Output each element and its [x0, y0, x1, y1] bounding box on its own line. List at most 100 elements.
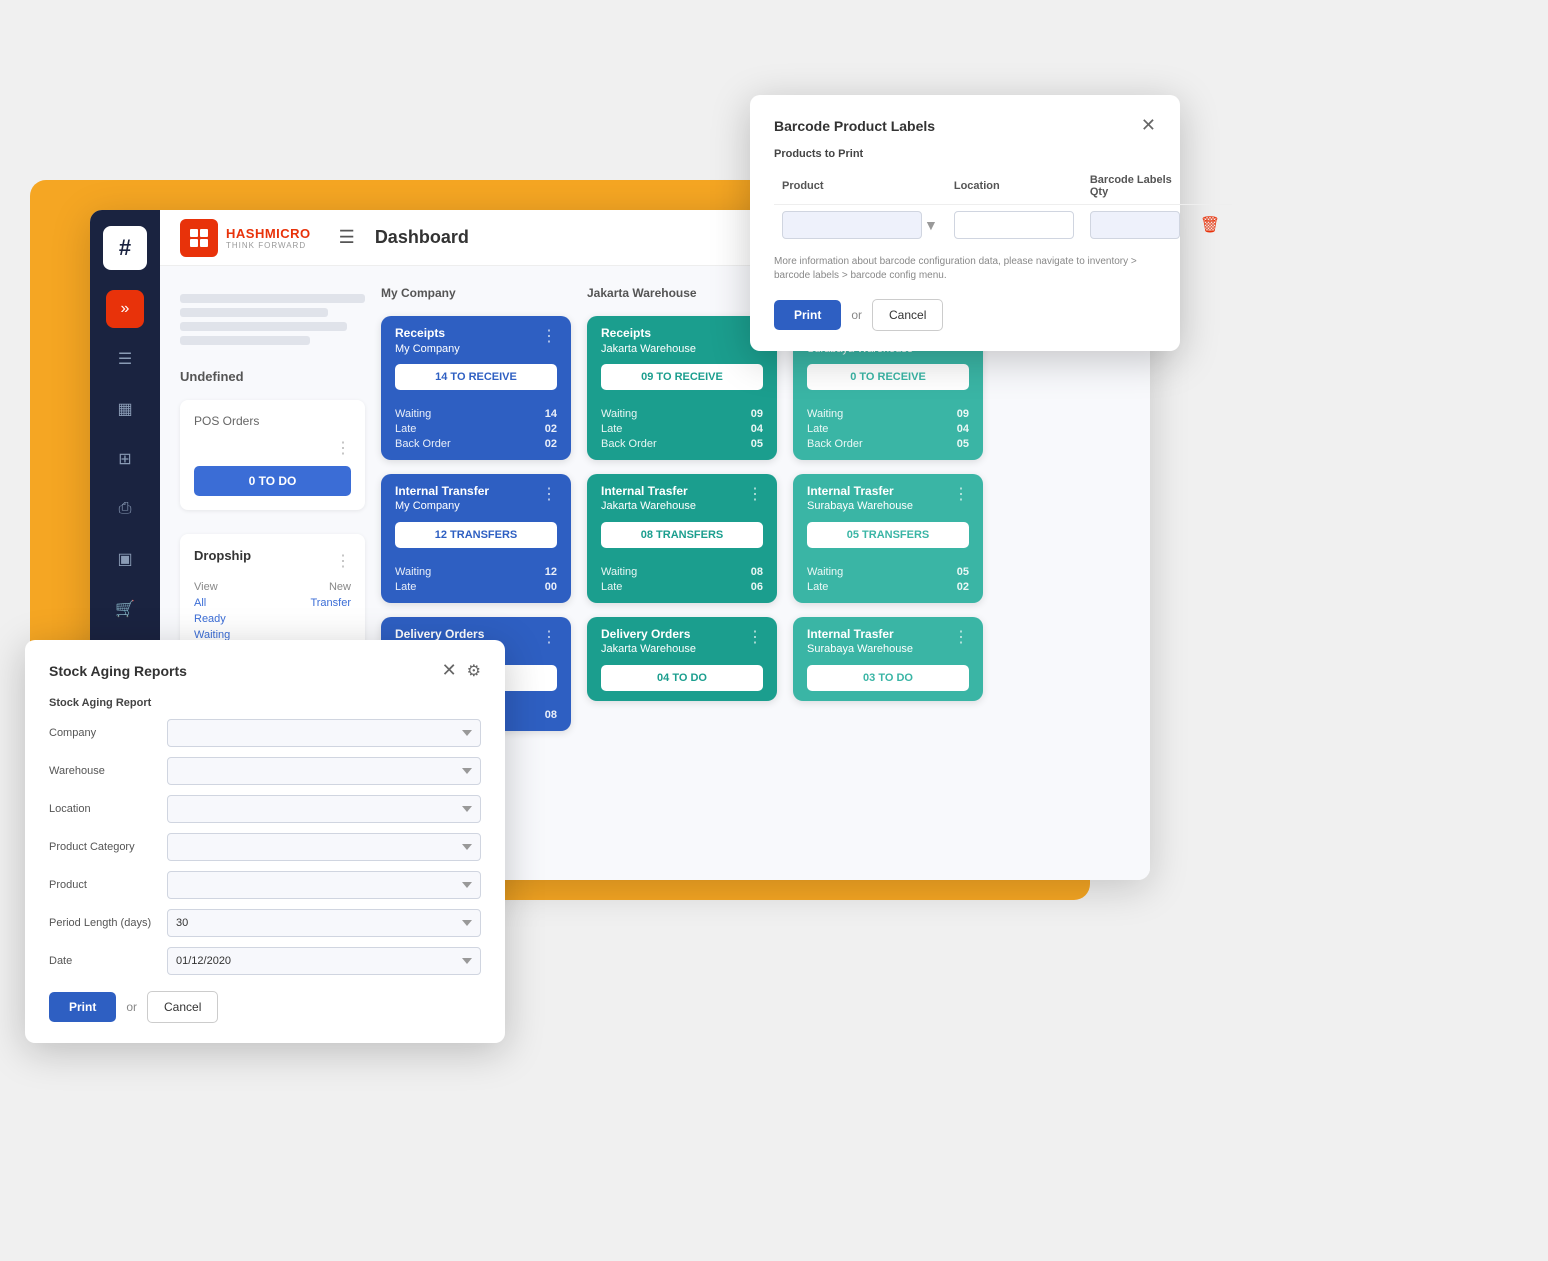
internal-transfer-jakarta-menu[interactable]: ⋮: [747, 484, 763, 504]
barcode-table-header-row: Product Location Barcode Labels Qty: [774, 168, 1232, 205]
internal-transfer-jakarta-card: Internal Trasfer Jakarta Warehouse ⋮ 08 …: [587, 474, 777, 603]
warehouse-label: Warehouse: [49, 765, 159, 777]
brand-logo: [180, 219, 218, 257]
receipts-surabaya-waiting: Waiting 09: [807, 408, 969, 420]
barcode-modal-print-button[interactable]: Print: [774, 300, 841, 330]
delivery-orders-jakarta-btn[interactable]: 04 TO DO: [601, 665, 763, 691]
barcode-modal-or: or: [851, 308, 862, 322]
dropship-menu[interactable]: ⋮: [335, 551, 351, 571]
sidebar-icon-print[interactable]: ⎙: [106, 490, 144, 528]
barcode-modal-footer: Print or Cancel: [774, 299, 1156, 331]
date-label: Date: [49, 955, 159, 967]
late-value-2: 00: [545, 581, 557, 593]
internal-transfer-my-company-btn[interactable]: 12 TRANSFERS: [395, 522, 557, 548]
location-label: Location: [49, 803, 159, 815]
internal-transfer2-surabaya-btn[interactable]: 03 TO DO: [807, 665, 969, 691]
internal-transfer-jakarta-title-block: Internal Trasfer Jakarta Warehouse: [601, 484, 696, 514]
internal-transfer-my-company-header: Internal Transfer My Company ⋮: [381, 474, 571, 522]
internal-transfer-jakarta-waiting: Waiting 08: [601, 566, 763, 578]
late-value-jt: 06: [751, 581, 763, 593]
internal-transfer2-surabaya-menu[interactable]: ⋮: [953, 627, 969, 647]
pos-orders-title: POS Orders: [194, 414, 351, 428]
warehouse-field-group: Warehouse: [49, 757, 481, 785]
sidebar-icon-data[interactable]: ⊞: [106, 440, 144, 478]
barcode-col-product: Product: [774, 168, 946, 205]
pos-orders-todo-button[interactable]: 0 TO DO: [194, 466, 351, 496]
receipts-jakarta-btn[interactable]: 09 TO RECEIVE: [601, 364, 763, 390]
stock-modal-cancel-button[interactable]: Cancel: [147, 991, 218, 1023]
dropship-transfer-link[interactable]: Transfer: [310, 597, 351, 609]
delivery-orders-jakarta-title-block: Delivery Orders Jakarta Warehouse: [601, 627, 696, 657]
barcode-product-input[interactable]: [782, 211, 922, 239]
period-length-select[interactable]: 30: [167, 909, 481, 937]
nav-line-3: [180, 322, 347, 331]
sidebar-icon-monitor[interactable]: ▣: [106, 540, 144, 578]
sidebar-icon-list[interactable]: ☰: [106, 340, 144, 378]
location-field-group: Location: [49, 795, 481, 823]
waiting-value-3: 08: [545, 709, 557, 721]
barcode-location-input[interactable]: [954, 211, 1074, 239]
internal-transfer-my-company-title: Internal Transfer: [395, 484, 489, 500]
stock-modal-print-button[interactable]: Print: [49, 992, 116, 1022]
internal-transfer-surabaya-menu[interactable]: ⋮: [953, 484, 969, 504]
late-label-s: Late: [807, 423, 828, 435]
dropship-all-link[interactable]: All: [194, 597, 206, 609]
receipts-my-company-menu[interactable]: ⋮: [541, 326, 557, 346]
company-select[interactable]: [167, 719, 481, 747]
sidebar-icon-arrow[interactable]: »: [106, 290, 144, 328]
pos-orders-menu[interactable]: ⋮: [335, 438, 351, 458]
stock-modal-or: or: [126, 1000, 137, 1014]
late-label: Late: [395, 423, 416, 435]
internal-transfer-surabaya-waiting: Waiting 05: [807, 566, 969, 578]
dropship-new-label: New: [329, 581, 351, 593]
sidebar-icon-cart[interactable]: 🛒: [106, 590, 144, 628]
hamburger-icon[interactable]: ☰: [339, 227, 355, 248]
product-label: Product: [49, 879, 159, 891]
receipts-jakarta-title: Receipts: [601, 326, 696, 342]
receipts-jakarta-backorder: Back Order 05: [601, 438, 763, 450]
sidebar-icon-chart[interactable]: ▦: [106, 390, 144, 428]
barcode-delete-button[interactable]: 🗑: [1196, 215, 1224, 235]
stock-modal-header: Stock Aging Reports ✕ ⚙: [49, 660, 481, 681]
delivery-orders-jakarta-subtitle: Jakarta Warehouse: [601, 642, 696, 656]
warehouse-select[interactable]: [167, 757, 481, 785]
receipts-jakarta-card: Receipts Jakarta Warehouse ⋮ 09 TO RECEI…: [587, 316, 777, 460]
barcode-modal-close-button[interactable]: ✕: [1141, 115, 1156, 136]
jakarta-label: Jakarta Warehouse: [587, 286, 777, 300]
internal-transfer-my-company-menu[interactable]: ⋮: [541, 484, 557, 504]
surabaya-column: Surabaya Warehouse Receipts Surabaya War…: [793, 286, 983, 731]
internal-transfer-surabaya-title-block: Internal Trasfer Surabaya Warehouse: [807, 484, 913, 514]
internal-transfer-my-company-subtitle: My Company: [395, 499, 489, 513]
company-label: Company: [49, 727, 159, 739]
receipts-surabaya-btn[interactable]: 0 TO RECEIVE: [807, 364, 969, 390]
late-label-j: Late: [601, 423, 622, 435]
internal-transfer-jakarta-header: Internal Trasfer Jakarta Warehouse ⋮: [587, 474, 777, 522]
internal-transfer-jakarta-btn[interactable]: 08 TRANSFERS: [601, 522, 763, 548]
product-category-field-group: Product Category: [49, 833, 481, 861]
stock-aging-modal: Stock Aging Reports ✕ ⚙ Stock Aging Repo…: [25, 640, 505, 1043]
backorder-value-s: 05: [957, 438, 969, 450]
waiting-label-2: Waiting: [395, 566, 431, 578]
receipts-my-company-btn[interactable]: 14 TO RECEIVE: [395, 364, 557, 390]
barcode-modal-cancel-button[interactable]: Cancel: [872, 299, 943, 331]
delivery-orders-my-company-menu[interactable]: ⋮: [541, 627, 557, 647]
dropship-ready-link[interactable]: Ready: [194, 613, 226, 625]
internal-transfer-jakarta-late: Late 06: [601, 581, 763, 593]
date-select[interactable]: 01/12/2020: [167, 947, 481, 975]
receipts-my-company-late: Late 02: [395, 423, 557, 435]
company-field-group: Company: [49, 719, 481, 747]
receipts-surabaya-backorder: Back Order 05: [807, 438, 969, 450]
internal-transfer2-surabaya-card: Internal Trasfer Surabaya Warehouse ⋮ 03…: [793, 617, 983, 701]
product-select[interactable]: [167, 871, 481, 899]
barcode-qty-input[interactable]: [1090, 211, 1180, 239]
waiting-label-s: Waiting: [807, 408, 843, 420]
barcode-product-dropdown-icon[interactable]: ▼: [924, 217, 938, 233]
location-select[interactable]: [167, 795, 481, 823]
logo-hash-symbol: #: [119, 235, 131, 261]
internal-transfer-surabaya-btn[interactable]: 05 TRANSFERS: [807, 522, 969, 548]
delivery-orders-jakarta-menu[interactable]: ⋮: [747, 627, 763, 647]
product-category-select[interactable]: [167, 833, 481, 861]
receipts-my-company-subtitle: My Company: [395, 342, 460, 356]
stock-modal-close-button[interactable]: ✕: [442, 660, 457, 681]
stock-modal-gear-button[interactable]: ⚙: [467, 661, 481, 681]
